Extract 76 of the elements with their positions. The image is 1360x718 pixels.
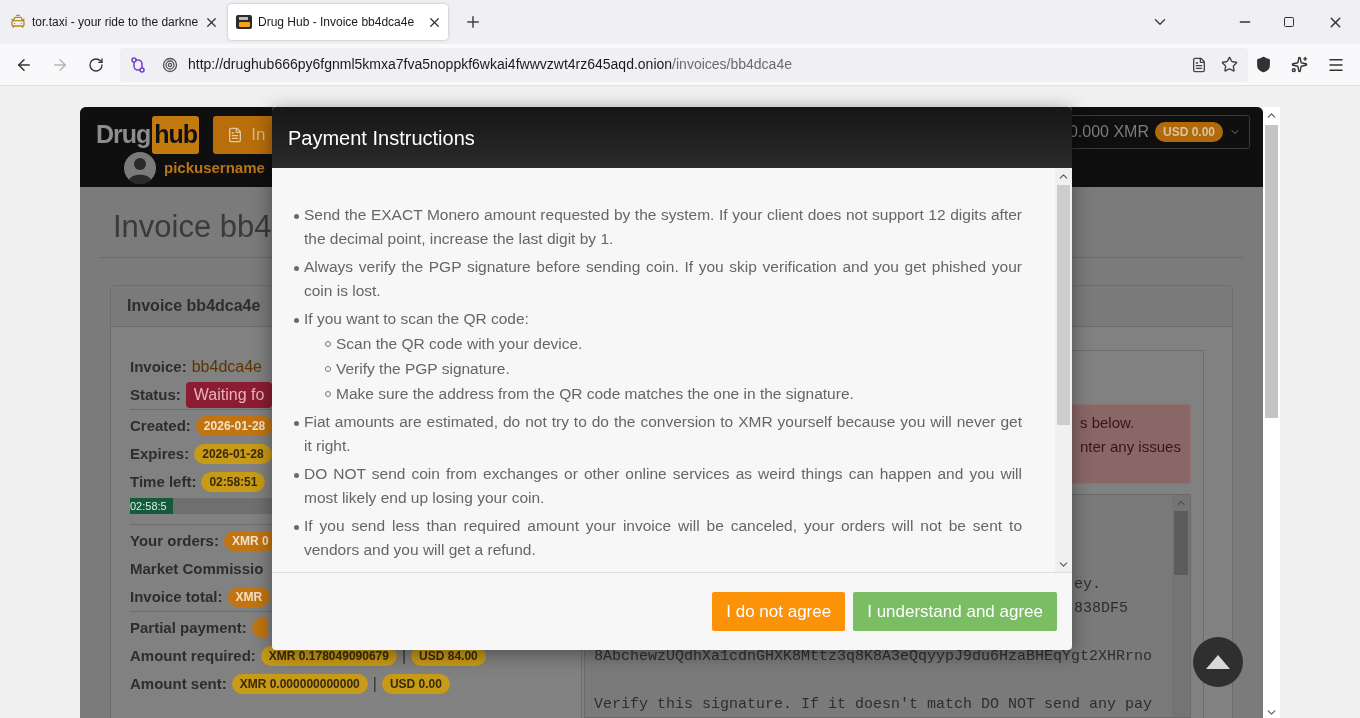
bullet-icon	[293, 318, 299, 323]
field-label: Amount required:	[130, 645, 256, 666]
instruction-text: If you send less than required amount your invoice will be canceled, your orders will not be sent to vendors and you will get a refund.	[304, 516, 1022, 560]
site-logo-icon	[236, 14, 252, 30]
signature-line: ey.	[1074, 574, 1101, 595]
field-label: Market Commissio	[130, 558, 264, 579]
badge: 2026-01-28	[194, 444, 272, 464]
scrollbar[interactable]	[1055, 168, 1072, 572]
page-scrollbar[interactable]	[1263, 107, 1280, 718]
tab-title: tor.taxi - your ride to the darkne	[32, 14, 199, 31]
field-label: Time left:	[130, 471, 197, 492]
badge: 2026-01-28	[195, 416, 274, 436]
instruction-text: Always verify the PGP signature before sending coin. If you skip verification and you get phished your coin is lost.	[304, 257, 1022, 301]
onion-icon[interactable]	[162, 56, 178, 73]
progress-fill: 02:58:5	[130, 498, 173, 514]
scroll-thumb[interactable]	[1265, 125, 1278, 418]
bullet-icon	[293, 473, 299, 478]
taxi-icon	[10, 14, 26, 30]
modal-title: Payment Instructions	[288, 125, 475, 151]
username[interactable]: pickusername	[164, 156, 265, 180]
scrollbar[interactable]	[1172, 495, 1190, 717]
field-label: Invoice:	[130, 356, 187, 377]
shield-icon[interactable]	[1255, 56, 1272, 73]
instruction-text: Make sure the address from the QR code matches the one in the signature.	[336, 384, 854, 404]
status-label: Waiting fo	[185, 382, 273, 408]
reload-icon[interactable]	[88, 56, 104, 73]
bullet-icon	[293, 266, 299, 271]
sparkles-icon[interactable]	[1291, 56, 1308, 73]
instruction-text: DO NOT send coin from exchanges or other online services as weird things can happen and you will most likely end up losing your coin.	[304, 464, 1022, 508]
signature-line: 838DF5	[1074, 598, 1128, 619]
maximize-icon[interactable]	[1283, 16, 1295, 28]
logo-text: hub	[152, 116, 200, 154]
instruction-text: Fiat amounts are estimated, do not try to do the conversion to XMR yourself because you will never get it right.	[304, 412, 1022, 456]
separator: |	[372, 674, 377, 694]
signature-line: 8AbchewzUQdhXa1cdnGHXK8Mttz3q8K8A3eQqyypJ9du6HzaBHEqYgt2XHRrno	[594, 646, 1153, 667]
instruction-text: If you want to scan the QR code:	[304, 309, 529, 329]
bullet-icon	[293, 214, 299, 219]
bullet-icon	[293, 421, 299, 426]
scroll-thumb[interactable]	[1174, 511, 1188, 575]
badge: USD 0.00	[381, 674, 450, 694]
field-label: Expires:	[130, 443, 190, 464]
field-label: Your orders:	[130, 530, 219, 551]
avatar	[124, 152, 156, 184]
address-bar[interactable]: http://drughub666py6fgnml5kmxa7fva5noppkf6wkai4fwwvzwt4rz645aqd.onion/invoices/bb4dca4e	[120, 47, 1248, 82]
circuit-icon[interactable]	[130, 56, 146, 73]
instruction-text: Send the EXACT Monero amount requested by the system. If your client does not support 12 digits after the decimal point, increase the last digit by 1.	[304, 205, 1022, 249]
card-title: Invoice bb4dca4e	[127, 296, 261, 316]
document-icon	[227, 127, 244, 143]
field-label: Status:	[130, 384, 181, 405]
bullet-icon	[293, 525, 299, 530]
browser-tab[interactable]: Drug Hub - Invoice bb4dca4e	[228, 4, 448, 40]
badge: XMR	[227, 587, 271, 607]
instruction-text: Scan the QR code with your device.	[336, 334, 583, 354]
logo-text: Drug	[96, 119, 151, 151]
bookmark-star-icon[interactable]	[1221, 56, 1238, 73]
signature-line: Verify this signature. If it doesn't match DO NOT send any pay	[594, 694, 1153, 715]
up-triangle-icon	[1206, 655, 1230, 669]
new-tab-icon[interactable]	[464, 13, 482, 31]
badge: 02:58:51	[201, 472, 266, 492]
badge: USD 0.00	[1154, 122, 1223, 142]
url-text: http://drughub666py6fgnml5kmxa7fva5noppkf6wkai4fwwvzwt4rz645aqd.onion/invoices/bb4dca4e	[188, 55, 792, 74]
alert-text: s below.	[1080, 413, 1136, 433]
tab-title: Drug Hub - Invoice bb4dca4e	[258, 14, 416, 31]
field-label: Created:	[130, 415, 191, 436]
instruction-text: Verify the PGP signature.	[336, 359, 510, 379]
browser-tab[interactable]: tor.taxi - your ride to the darkne	[2, 4, 222, 40]
field-label: Invoice total:	[130, 586, 223, 607]
decline-button[interactable]: I do not agree	[712, 592, 846, 631]
field-label: Amount sent:	[130, 673, 227, 694]
field-label: Partial payment:	[130, 617, 247, 638]
reader-view-icon[interactable]	[1191, 56, 1207, 73]
scroll-thumb[interactable]	[1057, 185, 1070, 425]
nav-button-label: In	[251, 124, 266, 147]
invoice-link[interactable]: bb4dca4e	[191, 355, 262, 379]
alert-text: nter any issues	[1080, 437, 1182, 457]
badge: XMR 0.000000000000	[231, 674, 368, 694]
